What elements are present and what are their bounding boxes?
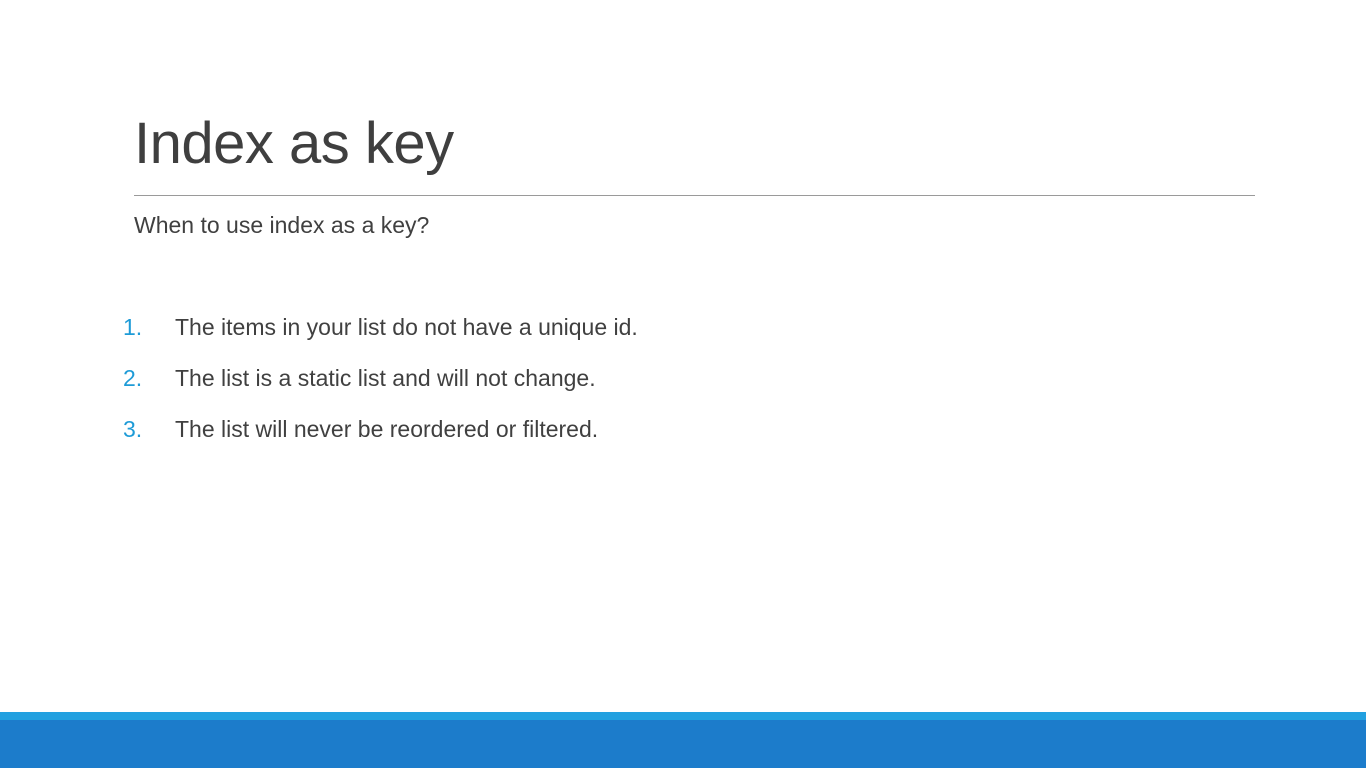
list-item-number: 3. [123,416,143,442]
footer-stripe [0,712,1366,720]
slide-title: Index as key [134,111,454,176]
list-item-number: 1. [123,314,143,340]
title-divider [134,195,1255,196]
slide-subtitle: When to use index as a key? [134,212,430,238]
slide: Index as key When to use index as a key?… [0,0,1366,768]
list-item-text: The list will never be reordered or filt… [175,416,599,442]
footer-band [0,712,1366,768]
list-item-text: The list is a static list and will not c… [175,365,596,391]
list-item-text: The items in your list do not have a uni… [175,314,638,340]
list-item-number: 2. [123,365,143,391]
